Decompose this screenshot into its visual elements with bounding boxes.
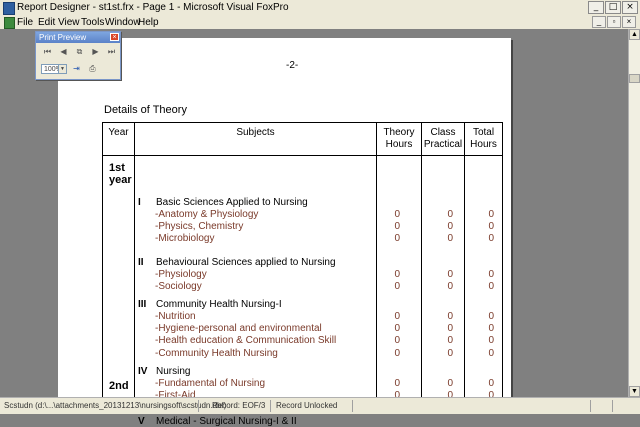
menu-help[interactable]: Help <box>138 17 159 28</box>
scroll-down-button[interactable]: ▼ <box>629 386 640 397</box>
subject-row-name: -Microbiology <box>155 233 215 245</box>
section-title: Behavioural Sciences applied to Nursing <box>156 257 336 268</box>
zoom-select[interactable]: 100% ▼ <box>41 63 67 74</box>
subject-row-name: -Community Health Nursing <box>155 347 278 359</box>
goto-page-icon[interactable]: ⧉ <box>73 46 86 57</box>
value-class-hours: 0 <box>447 347 453 359</box>
toolbar-title-text: Print Preview <box>39 33 87 42</box>
menu-window[interactable]: Window <box>105 17 141 28</box>
section-number: V <box>138 416 145 427</box>
value-total-hours: 0 <box>488 209 494 220</box>
value-theory-hours: 0 <box>394 323 400 335</box>
subject-row-name: -Nutrition <box>155 311 196 322</box>
menu-bar: File Edit View Tools Window Help _ ▫ × <box>0 16 640 29</box>
value-class-hours: 0 <box>447 378 453 389</box>
doc-close-button[interactable]: × <box>622 16 636 28</box>
value-total-hours: 0 <box>488 347 494 359</box>
section-title: Nursing <box>156 366 191 377</box>
window-title: Report Designer - st1st.frx - Page 1 - M… <box>17 2 289 13</box>
subject-row-name: -Hygiene-personal and environmental <box>155 323 322 335</box>
menu-file[interactable]: File <box>17 17 33 28</box>
value-theory-hours: 0 <box>394 209 400 220</box>
menu-view[interactable]: View <box>58 17 80 28</box>
menu-edit[interactable]: Edit <box>38 17 55 28</box>
value-total-hours: 0 <box>488 233 494 245</box>
value-total-hours: 0 <box>488 323 494 335</box>
subject-row-name: -Health education & Communication Skill <box>155 335 337 347</box>
close-preview-icon[interactable]: ⇥ <box>70 63 83 74</box>
status-bar: Scstudn (d:\...\attachments_20131213\nur… <box>0 397 640 414</box>
section-number: IV <box>138 366 148 377</box>
section-number: II <box>138 257 144 268</box>
subject-row-name: -Fundamental of Nursing <box>155 378 266 389</box>
value-theory-hours: 0 <box>394 311 400 322</box>
title-bar: Report Designer - st1st.frx - Page 1 - M… <box>0 0 640 17</box>
scroll-thumb[interactable] <box>629 74 640 83</box>
value-class-hours: 0 <box>447 209 453 220</box>
year-first: 1st year <box>109 162 132 186</box>
col-theory-hours: Theory Hours <box>383 127 415 150</box>
col-year: Year <box>108 127 129 138</box>
value-theory-hours: 0 <box>394 269 400 280</box>
vertical-scrollbar[interactable]: ▲ ▼ <box>628 29 640 397</box>
value-class-hours: 0 <box>447 269 453 280</box>
subject-row-name: -Anatomy & Physiology <box>155 209 259 220</box>
value-theory-hours: 0 <box>394 335 400 347</box>
section-title: Medical - Surgical Nursing-I & II <box>156 416 297 427</box>
menu-tools[interactable]: Tools <box>81 17 104 28</box>
scroll-up-button[interactable]: ▲ <box>629 29 640 40</box>
value-theory-hours: 0 <box>394 221 400 233</box>
value-class-hours: 0 <box>447 221 453 233</box>
value-class-hours: 0 <box>447 323 453 335</box>
col-total-hours: Total Hours <box>470 127 497 150</box>
value-class-hours: 0 <box>447 281 453 293</box>
value-class-hours: 0 <box>447 335 453 347</box>
value-theory-hours: 0 <box>394 233 400 245</box>
toolbar-title: Print Preview × <box>36 32 120 43</box>
status-lock: Record Unlocked <box>276 401 338 410</box>
value-total-hours: 0 <box>488 221 494 233</box>
value-total-hours: 0 <box>488 378 494 389</box>
close-button[interactable]: × <box>622 1 638 14</box>
subject-row-name: -Physics, Chemistry <box>155 221 244 233</box>
status-record: Record: EOF/3 <box>212 401 266 410</box>
value-total-hours: 0 <box>488 269 494 280</box>
print-icon[interactable]: ⎙ <box>86 63 99 74</box>
value-total-hours: 0 <box>488 281 494 293</box>
doc-minimize-button[interactable]: _ <box>592 16 606 28</box>
value-total-hours: 0 <box>488 335 494 347</box>
report-heading: Details of Theory <box>104 104 187 116</box>
document-icon <box>4 17 15 29</box>
value-total-hours: 0 <box>488 311 494 322</box>
foxpro-app-icon <box>3 2 15 15</box>
value-theory-hours: 0 <box>394 347 400 359</box>
last-page-icon[interactable]: ⏭ <box>105 46 118 57</box>
toolbar-close-icon[interactable]: × <box>110 33 119 41</box>
value-theory-hours: 0 <box>394 378 400 389</box>
value-class-hours: 0 <box>447 311 453 322</box>
section-title: Basic Sciences Applied to Nursing <box>156 197 308 208</box>
report-page: -2- Details of Theory Year Subjects Theo… <box>58 38 511 427</box>
section-number: I <box>138 197 141 208</box>
doc-restore-button[interactable]: ▫ <box>607 16 621 28</box>
col-subjects: Subjects <box>236 127 275 138</box>
print-preview-toolbar: Print Preview × ⏮ ◀ ⧉ ▶ ⏭ 100% ▼ ⇥ ⎙ <box>35 31 121 80</box>
theory-table: Year Subjects Theory Hours Class Practic… <box>102 122 503 427</box>
minimize-button[interactable]: _ <box>588 1 604 14</box>
value-theory-hours: 0 <box>394 281 400 293</box>
previous-page-icon[interactable]: ◀ <box>57 46 70 57</box>
col-class-practical: Class Practical <box>423 127 463 150</box>
value-class-hours: 0 <box>447 233 453 245</box>
subject-row-name: -Physiology <box>155 269 207 280</box>
maximize-button[interactable]: □ <box>605 1 621 14</box>
first-page-icon[interactable]: ⏮ <box>41 46 54 57</box>
chevron-down-icon[interactable]: ▼ <box>58 64 66 73</box>
page-number: -2- <box>286 60 299 71</box>
section-title: Community Health Nursing-I <box>156 299 282 310</box>
next-page-icon[interactable]: ▶ <box>89 46 102 57</box>
status-table: Scstudn (d:\...\attachments_20131213\nur… <box>4 401 227 410</box>
subject-row-name: -Sociology <box>155 281 202 293</box>
year-second: 2nd <box>109 380 129 392</box>
section-number: III <box>138 299 147 310</box>
